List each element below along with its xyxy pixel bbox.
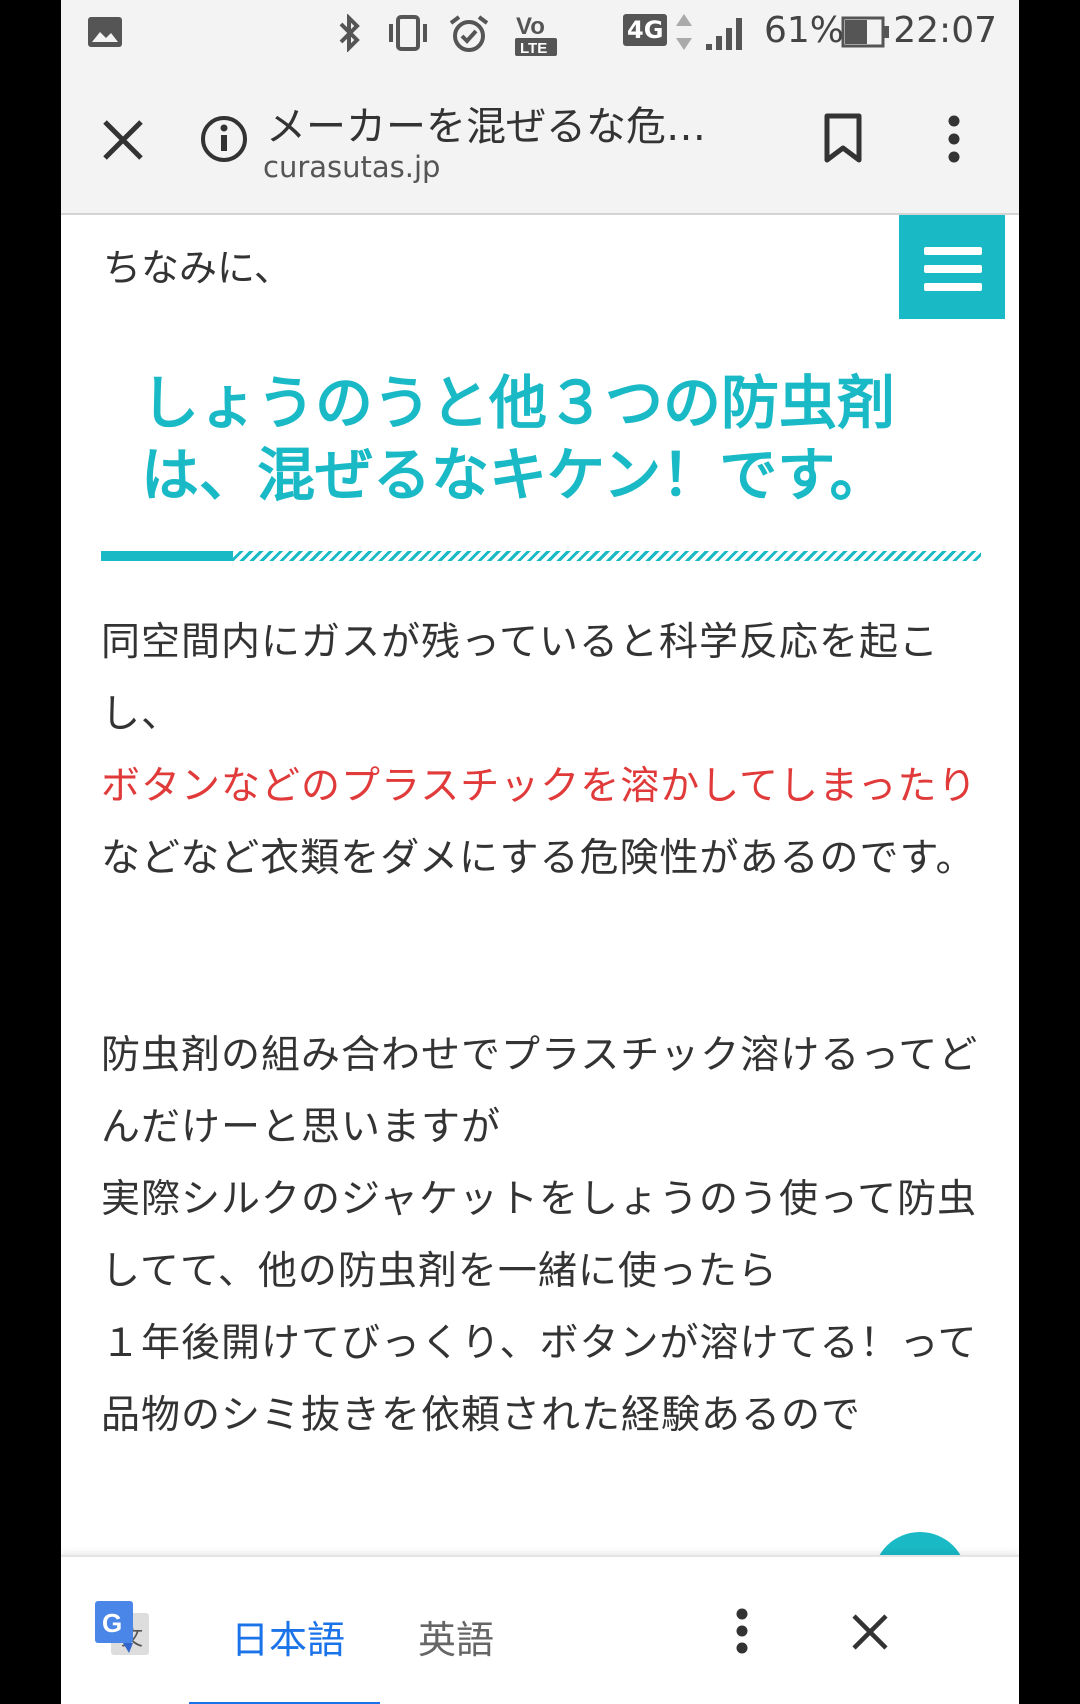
paragraph-2-line: 防虫剤の組み合わせでプラスチック溶けるってどんだけーと思いますが: [101, 1033, 979, 1150]
section-heading: しょうのうと他３つの防虫剤は、混ぜるなキケン！です。: [141, 369, 896, 509]
volte-icon: Vo LTE: [515, 13, 557, 57]
svg-text:Vo: Vo: [516, 13, 545, 40]
more-vert-icon[interactable]: [947, 114, 961, 164]
menu-icon-bar: [924, 283, 982, 291]
battery-percentage: 61%: [764, 10, 845, 51]
data-arrows-icon: [676, 14, 692, 50]
more-vert-icon[interactable]: [735, 1607, 749, 1655]
clock: 22:07: [893, 10, 997, 51]
paragraph-1-continuation: などなど衣類をダメにする危険性があるのです。: [101, 836, 976, 881]
svg-text:LTE: LTE: [520, 40, 547, 57]
custom-tab-toolbar: メーカーを混ぜるな危… curasutas.jp: [61, 68, 1019, 215]
paragraph-2-line: １年後開けてびっくり、ボタンが溶けてる！って品物のシミ抜きを依頼された経験あるの…: [101, 1321, 978, 1438]
close-icon[interactable]: [851, 1613, 889, 1651]
page-domain: curasutas.jp: [263, 150, 441, 184]
menu-icon: [924, 247, 982, 255]
battery-icon: [841, 16, 889, 48]
image-icon: [88, 17, 122, 47]
page-title: メーカーを混ぜるな危…: [266, 104, 706, 150]
highlighted-text: ボタンなどのプラスチックを溶かしてしまったり: [101, 764, 978, 809]
bookmark-icon[interactable]: [823, 112, 863, 164]
paragraph-1-text: 同空間内にガスが残っていると科学反応を起こし、: [101, 620, 940, 737]
translate-bar: 文 G 日本語 英語: [61, 1555, 1019, 1704]
alarm-icon: [449, 15, 489, 52]
signal-icon: [706, 18, 742, 50]
web-content: ちなみに、 しょうのうと他３つの防虫剤は、混ぜるなキケン！です。 同空間内にガス…: [61, 215, 1019, 1626]
paragraph-1: 同空間内にガスが残っていると科学反応を起こし、ボタンなどのプラスチックを溶かして…: [101, 607, 981, 895]
vibrate-icon: [389, 15, 427, 51]
svg-text:G: G: [102, 1608, 122, 1638]
close-icon[interactable]: [101, 118, 145, 162]
intro-text: ちなみに、: [103, 246, 292, 290]
heading-underline-accent: [101, 551, 233, 561]
menu-icon-bar: [924, 265, 982, 273]
tab-target-language[interactable]: 英語: [418, 1609, 494, 1664]
info-icon[interactable]: [199, 114, 249, 164]
hamburger-menu-button[interactable]: [899, 215, 1005, 319]
phone-screen: Vo LTE 4G 61% 22:07 メーカーを混ぜるな危… curasuta…: [61, 0, 1019, 1704]
google-translate-icon: 文 G: [95, 1601, 149, 1655]
status-bar: Vo LTE 4G 61% 22:07: [61, 0, 1019, 68]
bluetooth-icon: [339, 14, 360, 52]
tab-source-language[interactable]: 日本語: [231, 1609, 345, 1664]
network-type-badge: 4G: [623, 14, 668, 46]
paragraph-2: 防虫剤の組み合わせでプラスチック溶けるってどんだけーと思いますが 実際シルクのジャ…: [101, 1020, 981, 1452]
paragraph-2-line: 実際シルクのジャケットをしょうのう使って防虫してて、他の防虫剤を一緒に使ったら: [101, 1177, 978, 1294]
heading-underline: [101, 551, 981, 561]
